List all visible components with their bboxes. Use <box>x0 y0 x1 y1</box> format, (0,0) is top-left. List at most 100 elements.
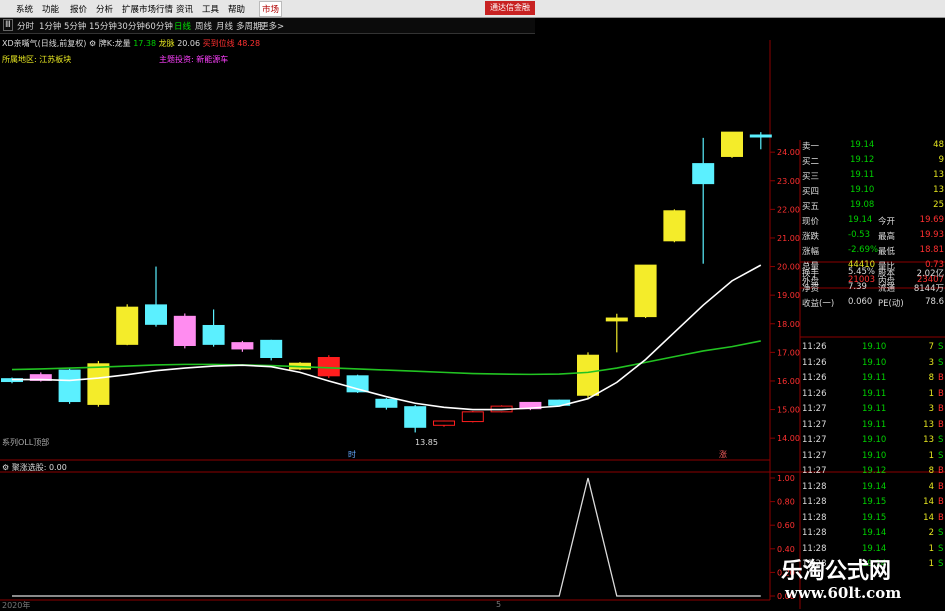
price-tick-label: 23.00 <box>777 177 800 186</box>
event-marker-rise[interactable]: 涨 <box>719 449 727 460</box>
candle-body <box>663 210 686 242</box>
tick-side: B <box>938 404 944 414</box>
chart-title: XD亲嘴气(日线,前复权) <box>2 39 87 48</box>
tab-60min[interactable]: 60分钟 <box>145 20 173 32</box>
tab-monthly[interactable]: 月线 <box>216 20 233 32</box>
menu-item-tools[interactable]: 工具 <box>202 3 219 15</box>
tab-multi-period[interactable]: 多周期 <box>236 20 262 32</box>
indicator-settings-icon[interactable]: ⚙ <box>2 463 9 472</box>
price-tick-label: 24.00 <box>777 148 800 157</box>
indicator-tick-label: 0.80 <box>777 498 795 507</box>
menu-item-market[interactable]: 市场 <box>259 1 283 17</box>
tab-5min[interactable]: 5分钟 <box>64 20 86 32</box>
menu-item-extended-market[interactable]: 扩展市场行情 <box>122 3 173 15</box>
tick-side: B <box>938 466 944 476</box>
tick-volume: 1 <box>928 450 934 461</box>
tab-1min[interactable]: 1分钟 <box>39 20 61 32</box>
watermark-title: 乐淘公式网 <box>781 558 892 584</box>
tick-volume: 3 <box>928 404 934 414</box>
tick-price: 19.12 <box>862 466 887 476</box>
tab-more[interactable]: 更多> <box>260 20 284 32</box>
tab-daily[interactable]: 日线 <box>174 20 191 32</box>
price-axis: 24.00 23.00 22.00 21.00 20.00 19.00 18.00 17.00… <box>770 148 800 443</box>
menu-item-news[interactable]: 资讯 <box>176 3 193 15</box>
menu-item-help[interactable]: 帮助 <box>228 3 245 15</box>
tick-volume: 4 <box>928 481 934 492</box>
tick-volume: 8 <box>928 466 934 476</box>
candle-body <box>375 398 398 408</box>
stat-value: -2.69% <box>848 245 879 255</box>
quote-panel: 卖一 19.14 48 买二 19.12 9 买三 19.11 13 买四 19.10 13 买五 19.… <box>800 140 945 609</box>
region-label: 所属地区: <box>2 55 37 64</box>
tick-price: 19.14 <box>862 543 887 554</box>
stat-value: 19.93 <box>919 230 944 240</box>
broker-banner[interactable]: 通达信金融 <box>485 1 535 15</box>
tab-30min[interactable]: 30分钟 <box>117 20 145 32</box>
menu-item-function[interactable]: 功能 <box>42 3 59 15</box>
order-book-volume: 13 <box>933 185 944 195</box>
candle-body <box>87 363 110 405</box>
tick-time: 11:28 <box>802 528 827 538</box>
panel-label: 系列OLL顶部 <box>2 438 50 447</box>
stat-value: 78.6 <box>925 297 944 307</box>
tick-side: B <box>938 481 944 492</box>
tick-time: 11:27 <box>802 435 827 445</box>
tick-price: 19.10 <box>862 357 887 368</box>
candle-body <box>202 324 225 345</box>
stat-value: 18.81 <box>919 245 944 255</box>
tab-weekly[interactable]: 周线 <box>195 20 212 32</box>
tab-intraday[interactable]: 分时 <box>17 20 34 32</box>
date-axis-start: 2020年 <box>2 601 31 610</box>
tick-side: S <box>938 528 944 538</box>
tick-time: 11:28 <box>802 481 827 492</box>
indicator-line <box>12 477 761 597</box>
timeframe-bar: Ⅲ 分时 1分钟 5分钟 15分钟 30分钟 60分钟 日线 周线 月线 多周期… <box>0 18 535 34</box>
indicator-value-b: 20.06 <box>177 39 201 48</box>
indicator-label-b: 龙脉 <box>158 39 175 48</box>
candle-body <box>58 369 81 403</box>
order-book-volume: 25 <box>933 200 944 210</box>
price-tick-label: 22.00 <box>777 205 800 214</box>
settings-icon[interactable]: ⚙ <box>89 39 96 48</box>
menu-item-quote[interactable]: 报价 <box>70 3 87 15</box>
menu-item-system[interactable]: 系统 <box>16 3 33 15</box>
tick-side: B <box>938 419 944 430</box>
tick-price: 19.11 <box>862 419 887 430</box>
tick-price: 19.11 <box>862 373 887 383</box>
candle-body <box>634 264 657 318</box>
candlestick-series <box>1 131 772 433</box>
region-value: 江苏板块 <box>39 55 72 64</box>
tab-15min[interactable]: 15分钟 <box>89 20 117 32</box>
tick-time: 11:26 <box>802 342 827 352</box>
indicator-current-value: 0.00 <box>48 463 67 472</box>
candle-body <box>461 411 484 423</box>
indicator-tick-label: 0.60 <box>777 521 795 530</box>
menu-item-analysis[interactable]: 分析 <box>96 3 113 15</box>
tick-side: S <box>938 357 944 368</box>
order-book-label: 卖一 <box>802 142 820 152</box>
indicator-label-a: 牌K:龙量 <box>98 39 131 48</box>
theme-info: 主题投资: 新能源车 <box>159 54 228 65</box>
tick-side: B <box>938 373 944 383</box>
candle-body <box>231 342 254 350</box>
stat-label: 股本 <box>878 269 896 279</box>
tick-time: 11:27 <box>802 450 827 461</box>
tick-side: S <box>938 543 944 554</box>
stat-value: -0.53 <box>848 230 870 240</box>
indicator-tick-label: 1.00 <box>777 474 795 483</box>
tick-price: 19.11 <box>862 404 887 414</box>
stat-label: 涨跌 <box>802 232 820 242</box>
tick-price: 19.10 <box>862 450 887 461</box>
order-book-price: 19.14 <box>850 140 875 150</box>
price-tick-label: 14.00 <box>777 434 800 443</box>
order-book-price: 19.12 <box>850 155 875 165</box>
tick-side: S <box>938 450 944 461</box>
stat-label: 今开 <box>878 217 896 227</box>
stat-label: 收益(一) <box>802 299 835 309</box>
candle-body <box>116 306 139 345</box>
event-marker-time[interactable]: 时 <box>348 449 356 460</box>
candle-body <box>260 339 283 359</box>
order-book-volume: 9 <box>938 155 944 165</box>
price-tick-label: 21.00 <box>777 234 800 243</box>
mode-toggle-button[interactable]: Ⅲ <box>3 19 13 31</box>
